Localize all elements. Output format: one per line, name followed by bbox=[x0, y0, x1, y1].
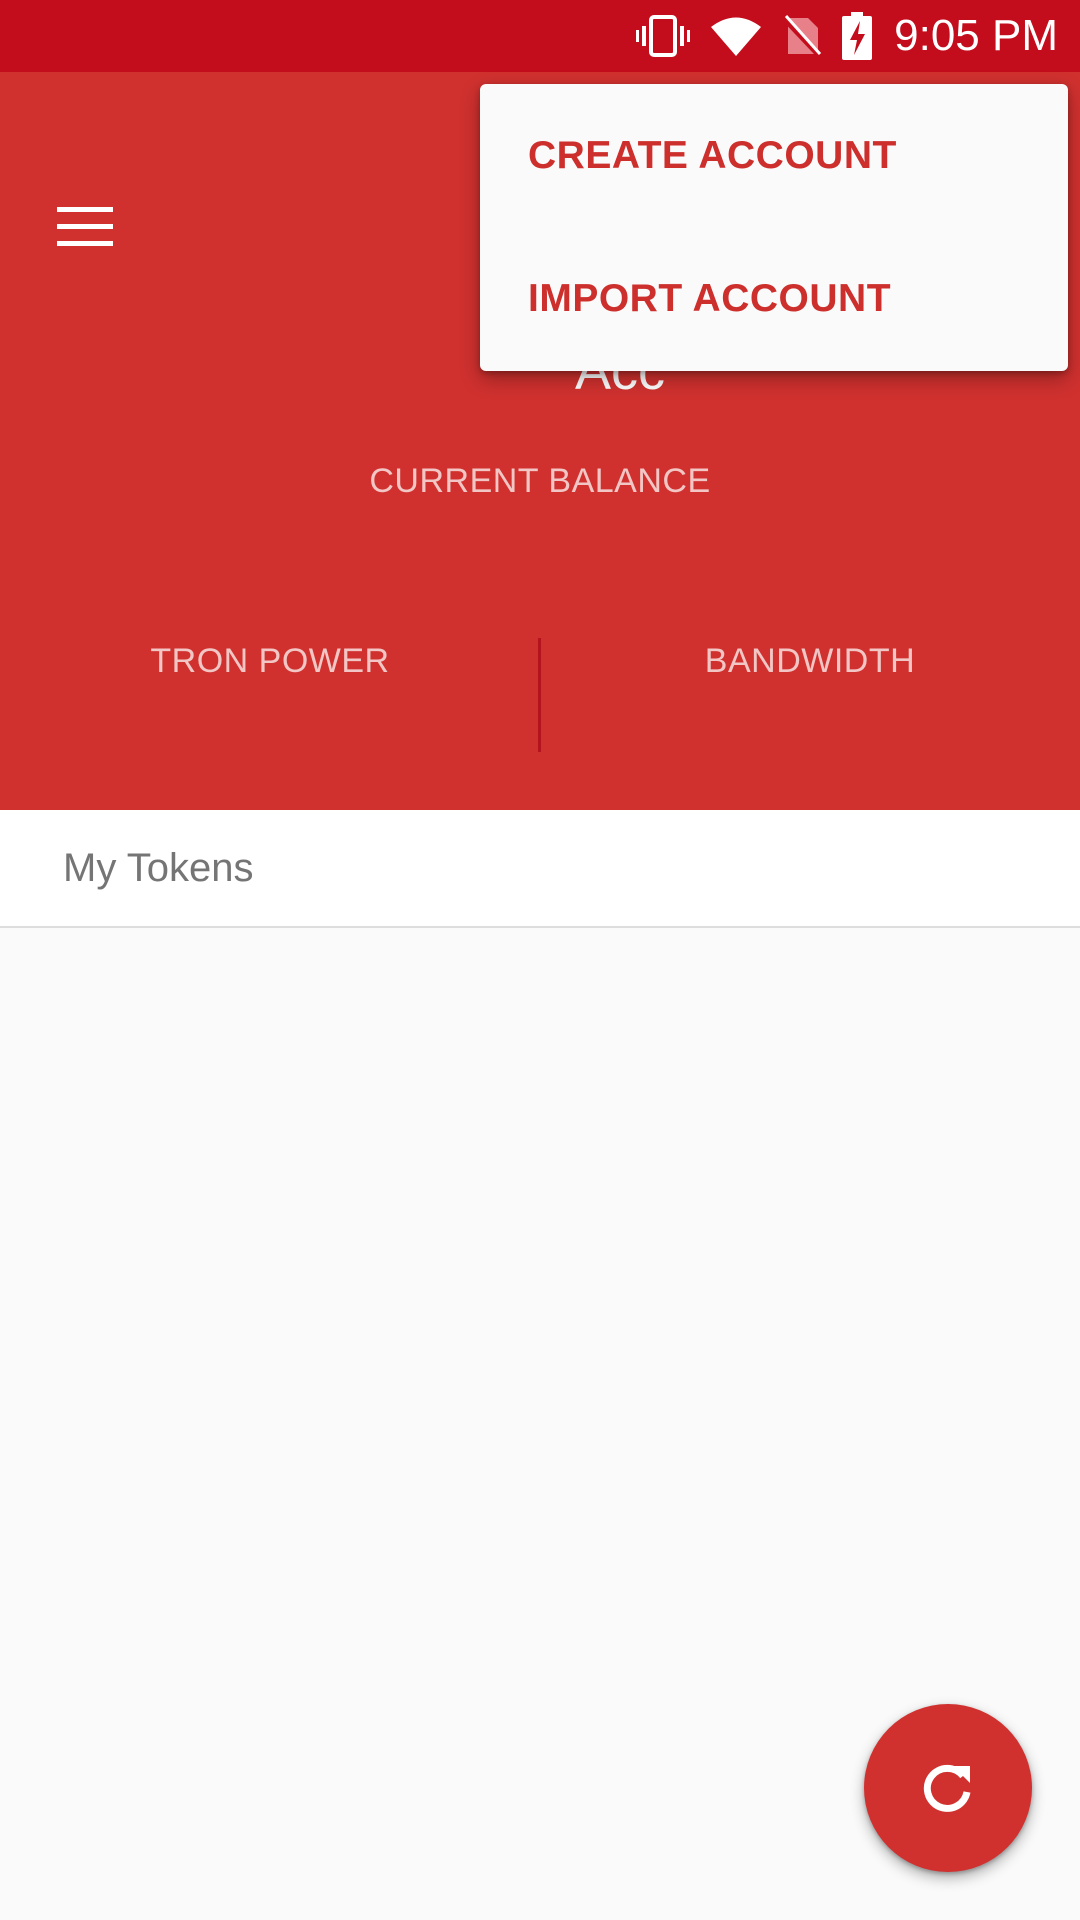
hamburger-menu-icon bbox=[57, 207, 113, 246]
screen: 9:05 PM Acc CURRENT BALANCE TRON POWER B… bbox=[0, 0, 1080, 1920]
status-icons: 9:05 PM bbox=[636, 0, 1058, 72]
status-bar: 9:05 PM bbox=[0, 0, 1080, 72]
overflow-menu: CREATE ACCOUNT IMPORT ACCOUNT bbox=[480, 84, 1068, 371]
my-tokens-header: My Tokens bbox=[0, 810, 1080, 928]
import-account-menu-item[interactable]: IMPORT ACCOUNT bbox=[480, 227, 1068, 370]
hamburger-menu-button[interactable] bbox=[40, 182, 130, 272]
current-balance-label: CURRENT BALANCE bbox=[369, 462, 711, 500]
status-time: 9:05 PM bbox=[894, 11, 1058, 60]
no-sim-icon bbox=[782, 14, 823, 58]
refresh-button[interactable] bbox=[864, 1704, 1032, 1872]
my-tokens-title: My Tokens bbox=[63, 846, 254, 890]
battery-charging-icon bbox=[842, 12, 873, 60]
bandwidth-label: BANDWIDTH bbox=[704, 642, 916, 680]
create-account-menu-item[interactable]: CREATE ACCOUNT bbox=[480, 84, 1068, 227]
wifi-icon bbox=[710, 14, 762, 58]
vibrate-icon bbox=[636, 14, 691, 58]
refresh-icon bbox=[923, 1764, 971, 1812]
tron-power-label: TRON POWER bbox=[150, 642, 390, 680]
